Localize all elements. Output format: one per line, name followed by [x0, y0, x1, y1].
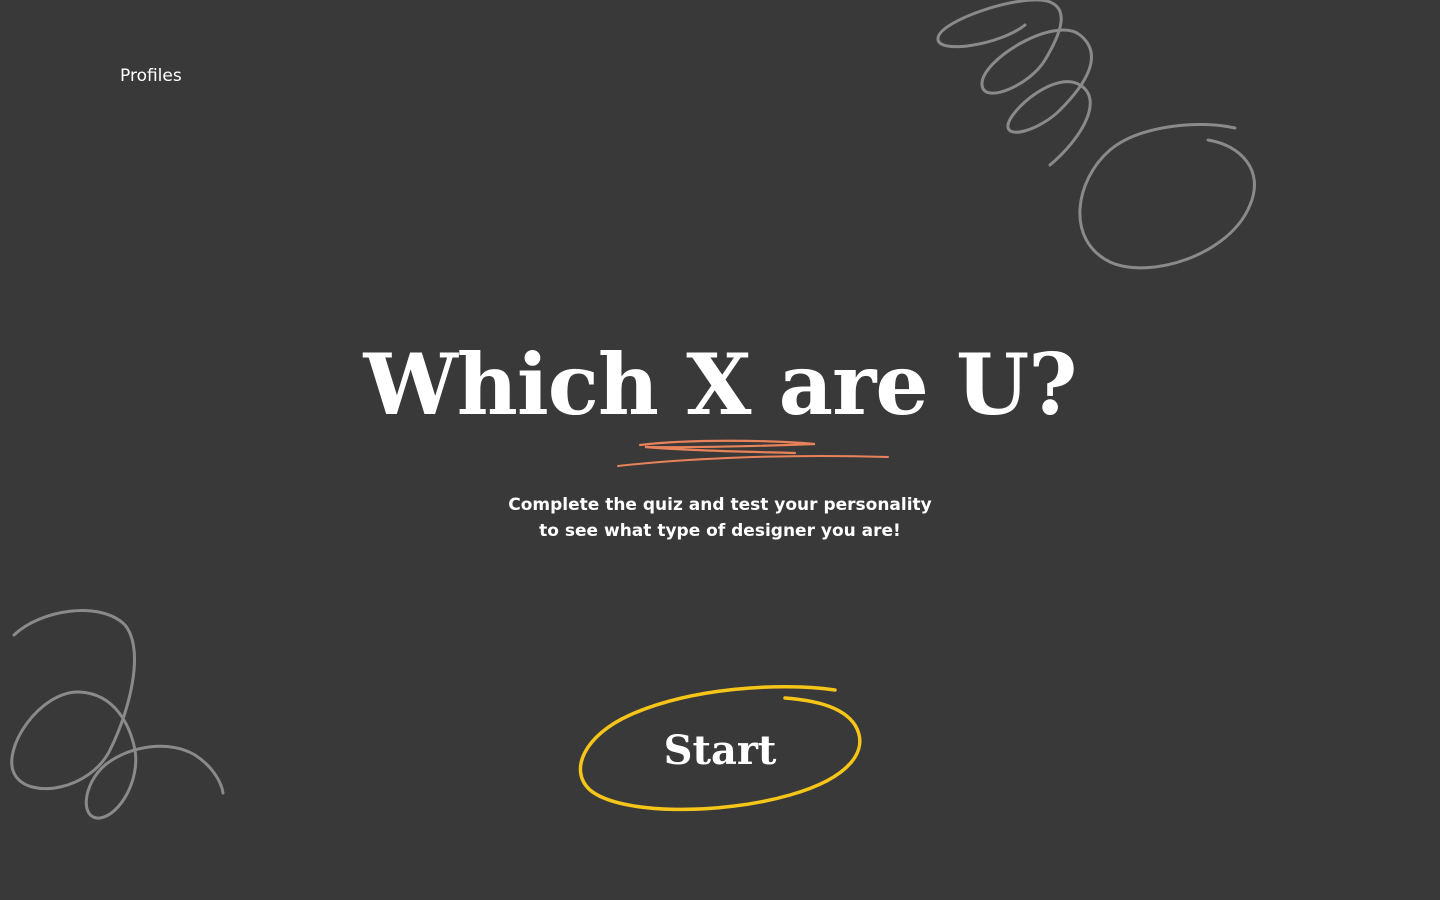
page-subtitle: Complete the quiz and test your personal… [0, 492, 1440, 544]
start-button-container: Start [570, 680, 870, 820]
subtitle-line-2: to see what type of designer you are! [539, 521, 901, 541]
page-title: Which X are U? [363, 335, 1077, 434]
profiles-link[interactable]: Profiles [120, 66, 182, 86]
start-button[interactable]: Start [610, 710, 830, 790]
squiggle-decoration-bottom-left [10, 609, 225, 820]
quiz-landing-page: Profiles Which X are U? Complete the qui… [0, 0, 1440, 900]
hero-section: Which X are U? Complete the quiz and tes… [0, 330, 1440, 541]
squiggle-decoration-top-right [936, 0, 1256, 270]
subtitle-line-1: Complete the quiz and test your personal… [508, 495, 932, 515]
